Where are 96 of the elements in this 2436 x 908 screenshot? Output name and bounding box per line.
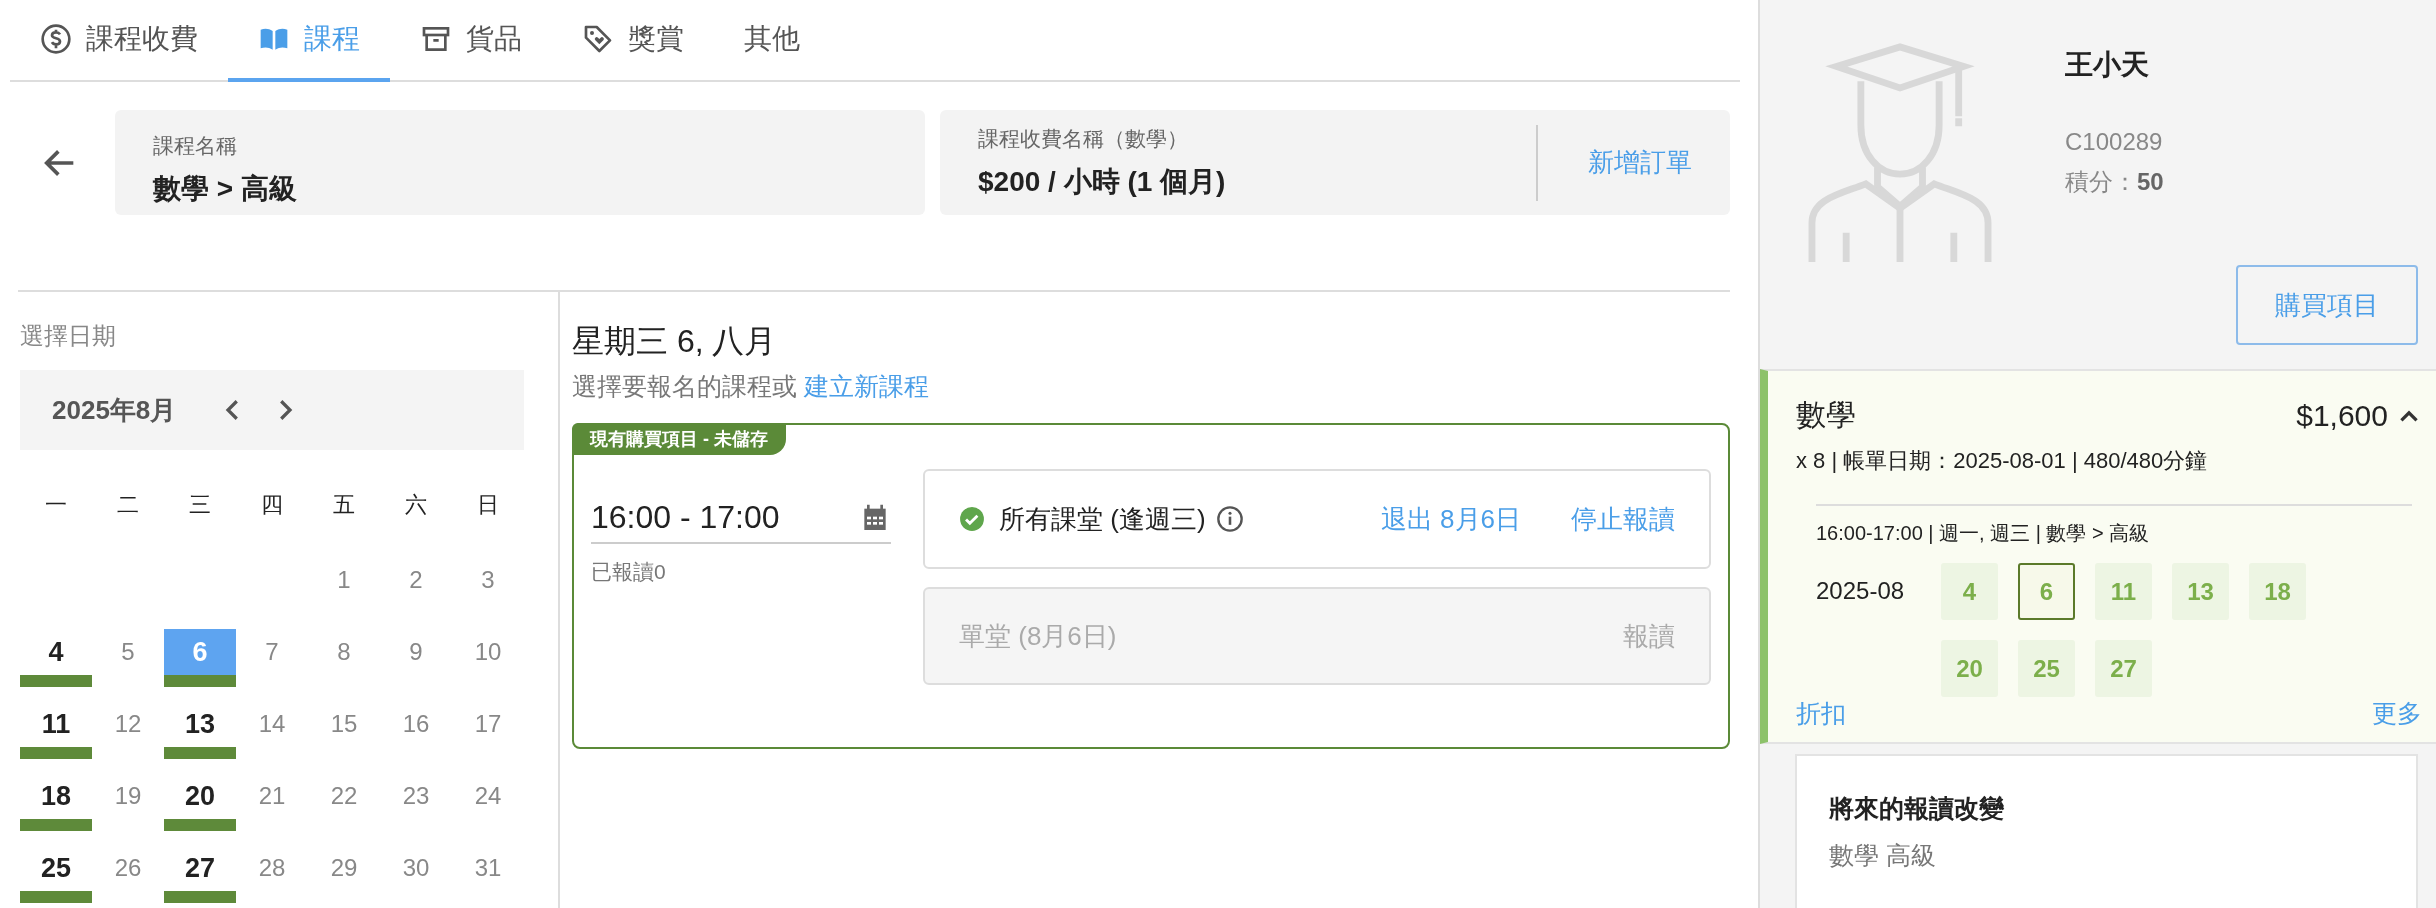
weekday-label: 六 [404, 491, 428, 519]
customer-id: C100289 [2065, 128, 2164, 156]
points-text: 積分：50 [2065, 167, 2164, 197]
calendar-day[interactable]: 16 [380, 701, 452, 747]
calendar-day[interactable]: 22 [308, 773, 380, 819]
weekday-label: 四 [260, 491, 284, 519]
tab[interactable]: 課程 [228, 0, 390, 82]
session-chip[interactable]: 13 [2172, 563, 2229, 620]
card-value: $200 / 小時 (1 個月) [978, 164, 1227, 199]
calendar-day[interactable]: 20 [164, 773, 236, 819]
enrol-option[interactable]: 所有課堂 (逢週三) 退出 8月6日 停止報讀 [923, 469, 1711, 569]
session-chip[interactable]: 20 [1941, 640, 1998, 697]
calendar-day[interactable]: 19 [92, 773, 164, 819]
option-action-link[interactable]: 停止報讀 [1571, 501, 1675, 537]
enrol-option[interactable]: 單堂 (8月6日) 報讀 [923, 587, 1711, 685]
calendar-day[interactable]: 5 [92, 629, 164, 675]
purchase-details: x 8 | 帳單日期：2025-08-01 | 480/480分鐘 [1796, 447, 2209, 475]
calendar-day[interactable]: 6 [164, 629, 236, 675]
scheduled-bar [20, 891, 92, 903]
purchase-link[interactable]: 更多 [2372, 697, 2422, 730]
weekday-label: 五 [332, 491, 356, 519]
enrolled-count: 已報讀0 [591, 559, 667, 585]
tab[interactable]: 獎賞 [552, 0, 714, 82]
calendar-day[interactable]: 13 [164, 701, 236, 747]
card-label: 課程收費名稱（數學） [978, 125, 1189, 152]
scheduled-bar [20, 675, 92, 687]
card-value: 數學 > 高級 [153, 172, 298, 206]
calendar-day[interactable]: 21 [236, 773, 308, 819]
session-chip[interactable]: 27 [2095, 640, 2152, 697]
option-action-link[interactable]: 報讀 [1623, 618, 1675, 654]
session-chip[interactable]: 18 [2249, 563, 2306, 620]
info-icon[interactable] [1215, 505, 1244, 533]
calendar-day[interactable]: 4 [20, 629, 92, 675]
calendar-day[interactable]: 15 [308, 701, 380, 747]
change-item: 數學 高級 [1829, 840, 1937, 871]
session-chip[interactable]: 4 [1941, 563, 1998, 620]
scheduled-bar [20, 819, 92, 831]
scheduled-bar [164, 747, 236, 759]
tab[interactable]: 貨品 [390, 0, 552, 82]
session-chip[interactable]: 6 [2018, 563, 2075, 620]
scheduled-bar [164, 891, 236, 903]
calendar-day[interactable]: 3 [452, 557, 524, 603]
day-title: 星期三 6, 八月 [572, 322, 778, 361]
weekday-label: 三 [188, 491, 212, 519]
option-action-link[interactable]: 退出 8月6日 [1380, 501, 1521, 537]
calendar-day[interactable]: 11 [20, 701, 92, 747]
schedule-text: 16:00-17:00 | 週一, 週三 | 數學 > 高級 [1816, 521, 2151, 546]
calendar-day[interactable]: 10 [452, 629, 524, 675]
calendar-day[interactable]: 28 [236, 845, 308, 891]
purchase-price: $1,600 [2296, 398, 2388, 433]
calendar-day[interactable]: 9 [380, 629, 452, 675]
calendar-day[interactable]: 2 [380, 557, 452, 603]
time-field[interactable]: 16:00 - 17:00 [591, 489, 891, 544]
calendar-day[interactable]: 14 [236, 701, 308, 747]
calendar-day[interactable]: 8 [308, 629, 380, 675]
purchase-title: 數學 [1796, 397, 1856, 433]
dollar-icon [40, 23, 72, 55]
calendar-day[interactable]: 23 [380, 773, 452, 819]
tab[interactable]: 其他 [714, 0, 830, 82]
scheduled-bar [20, 747, 92, 759]
session-month: 2025-08 [1816, 576, 1906, 606]
calendar-day[interactable]: 29 [308, 845, 380, 891]
option-label: 所有課堂 (逢週三) [999, 502, 1206, 536]
calendar-day[interactable]: 31 [452, 845, 524, 891]
session-chip[interactable]: 11 [2095, 563, 2152, 620]
card-title: 將來的報讀改變 [1829, 793, 2005, 824]
calendar-day[interactable]: 17 [452, 701, 524, 747]
card-label: 課程名稱 [153, 133, 238, 159]
tab[interactable]: 課程收費 [40, 0, 228, 82]
calendar-day[interactable]: 12 [92, 701, 164, 747]
month-label: 2025年8月 [52, 393, 177, 427]
purchase-link[interactable]: 折扣 [1796, 697, 1846, 730]
calendar-day[interactable]: 25 [20, 845, 92, 891]
calendar-day[interactable]: 18 [20, 773, 92, 819]
option-label: 單堂 (8月6日) [959, 619, 1117, 653]
tag-icon [582, 23, 614, 55]
calendar-day[interactable]: 1 [308, 557, 380, 603]
calendar-day[interactable]: 30 [380, 845, 452, 891]
purchase-button[interactable]: 購買項目 [2236, 265, 2418, 345]
weekday-label: 一 [44, 491, 68, 519]
new-order-link[interactable]: 新增訂單 [1538, 145, 1692, 180]
scheduled-bar [164, 675, 236, 687]
check-icon [959, 506, 985, 532]
session-chip[interactable]: 25 [2018, 640, 2075, 697]
calendar-day[interactable]: 27 [164, 845, 236, 891]
calendar-day[interactable]: 26 [92, 845, 164, 891]
calendar-day[interactable]: 7 [236, 629, 308, 675]
scheduled-bar [164, 819, 236, 831]
calendar-day[interactable]: 24 [452, 773, 524, 819]
hint-text: 選擇要報名的課程或 建立新課程 [572, 371, 930, 402]
status-tag: 現有購買項目 - 未儲存 [572, 423, 786, 455]
weekday-label: 日 [476, 491, 500, 519]
section-title: 選擇日期 [20, 321, 117, 351]
weekday-label: 二 [116, 491, 140, 519]
create-course-link[interactable]: 建立新課程 [803, 372, 929, 400]
customer-name: 王小天 [2065, 48, 2150, 82]
